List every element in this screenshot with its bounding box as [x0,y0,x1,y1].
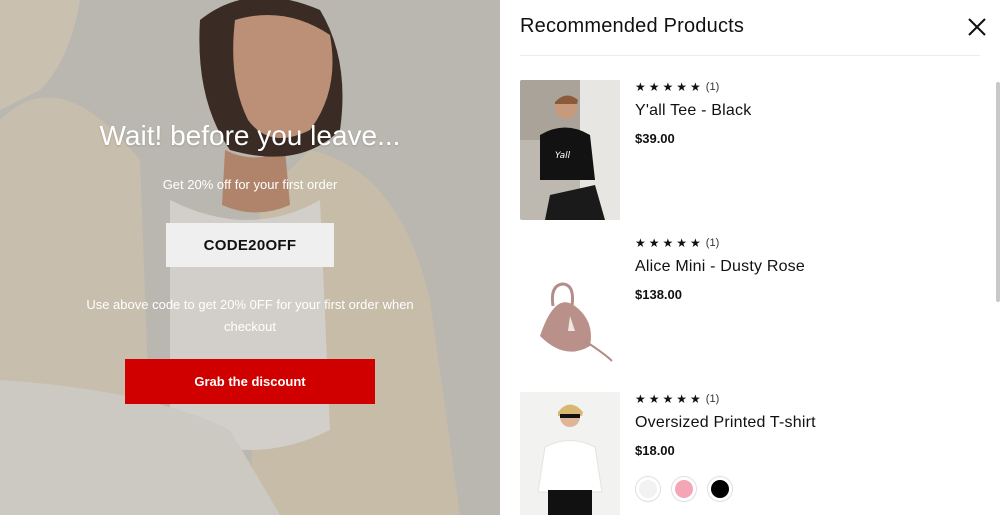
scrollbar[interactable] [996,82,1000,302]
product-price: $18.00 [635,443,675,458]
star-rating-icon: ★★★★★ [635,236,704,250]
recommended-products-panel: Recommended Products Yall ★★★★★ (1) Y'al… [500,0,1000,515]
product-rating: ★★★★★ (1) [635,80,965,94]
promo-title: Wait! before you leave... [99,120,401,151]
product-card[interactable]: ★★★★★ (1) Alice Mini - Dusty Rose $138.0… [520,236,980,376]
promo-subtitle: Get 20% off for your first order [162,177,338,192]
rating-count: (1) [705,81,720,93]
product-name[interactable]: Alice Mini - Dusty Rose [635,258,965,276]
rating-count: (1) [705,237,720,249]
promo-banner: Wait! before you leave... Get 20% off fo… [0,0,500,515]
product-card[interactable]: Yall ★★★★★ (1) Y'all Tee - Black $39.00 [520,80,980,220]
product-rating: ★★★★★ (1) [635,392,965,406]
swatch-color [639,480,657,498]
product-rating: ★★★★★ (1) [635,236,965,250]
panel-title: Recommended Products [520,15,745,37]
coupon-code[interactable]: CODE20OFF [166,223,334,267]
grab-discount-button[interactable]: Grab the discount [125,359,375,404]
swatch-pink[interactable] [671,476,697,502]
color-swatches [635,476,965,502]
swatch-white[interactable] [635,476,661,502]
product-card[interactable]: ★★★★★ (1) Oversized Printed T-shirt $18.… [520,392,980,515]
product-name[interactable]: Oversized Printed T-shirt [635,414,965,432]
promo-note: Use above code to get 20% 0FF for your f… [86,297,414,334]
panel-header: Recommended Products [520,0,986,56]
promo-content: Wait! before you leave... Get 20% off fo… [0,0,500,515]
swatch-color [675,480,693,498]
product-image[interactable] [520,392,620,515]
product-info: ★★★★★ (1) Y'all Tee - Black $39.00 [635,80,965,146]
product-image[interactable]: Yall [520,80,620,220]
star-rating-icon: ★★★★★ [635,80,704,94]
product-price: $138.00 [635,287,682,302]
rating-count: (1) [705,393,720,405]
product-info: ★★★★★ (1) Alice Mini - Dusty Rose $138.0… [635,236,965,302]
product-price: $39.00 [635,131,675,146]
close-icon[interactable] [964,14,990,40]
star-rating-icon: ★★★★★ [635,392,704,406]
swatch-color [711,480,729,498]
swatch-black[interactable] [707,476,733,502]
product-info: ★★★★★ (1) Oversized Printed T-shirt $18.… [635,392,965,502]
product-name[interactable]: Y'all Tee - Black [635,102,965,120]
svg-text:Yall: Yall [555,151,571,161]
product-image[interactable] [520,236,620,376]
